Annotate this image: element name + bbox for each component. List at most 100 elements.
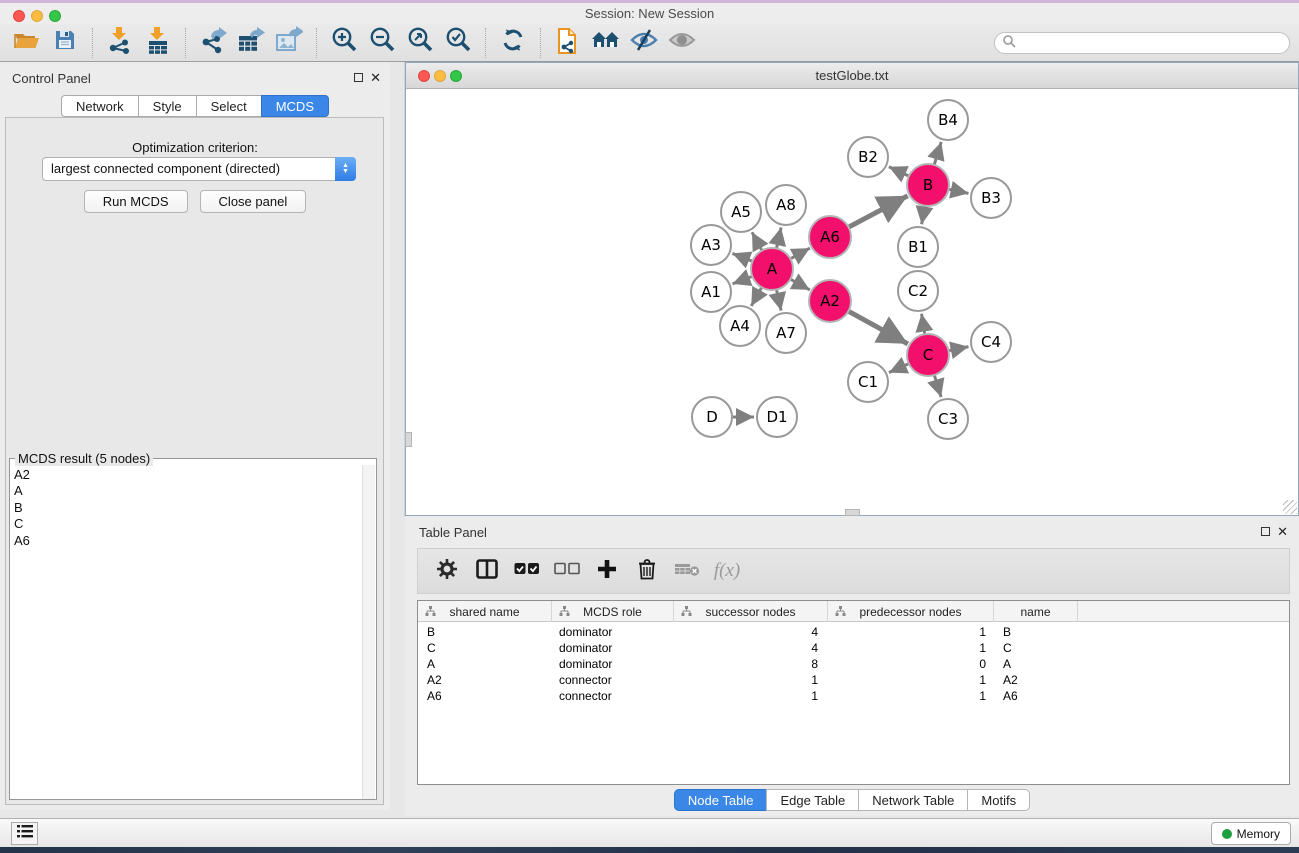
float-panel-icon[interactable] (354, 73, 363, 82)
graph-edge-A6-B[interactable] (849, 196, 908, 227)
table-row[interactable]: A dominator 8 0 A (418, 656, 1289, 672)
graph-edge-B-B2[interactable] (889, 167, 909, 176)
refresh-view-button[interactable] (494, 27, 532, 59)
column-header-mcds-role[interactable]: MCDS role (552, 601, 674, 622)
zoom-out-button[interactable] (363, 27, 401, 59)
result-item[interactable]: A6 (14, 533, 30, 549)
graph-node-label-A3: A3 (701, 236, 721, 254)
minimize-window-button[interactable] (31, 10, 43, 22)
save-session-button[interactable] (46, 27, 84, 59)
window-resize-grip[interactable] (1283, 500, 1297, 514)
result-item[interactable]: B (14, 500, 30, 516)
zoom-selected-button[interactable] (439, 27, 477, 59)
toolbar-search-field[interactable] (994, 32, 1290, 54)
tab-mcds[interactable]: MCDS (261, 95, 329, 117)
column-header-name[interactable]: name (994, 601, 1078, 622)
table-row[interactable]: B dominator 4 1 B (418, 624, 1289, 640)
graph-edge-A-A5[interactable] (752, 232, 762, 250)
column-header-shared-name[interactable]: shared name (418, 601, 552, 622)
control-panel-title: Control Panel (12, 71, 91, 86)
window-left-gripper[interactable] (405, 432, 412, 447)
table-row[interactable]: A2 connector 1 1 A2 (418, 672, 1289, 688)
network-window-titlebar[interactable]: testGlobe.txt (406, 63, 1298, 89)
select-all-columns-button[interactable] (514, 558, 540, 584)
tab-style[interactable]: Style (138, 95, 196, 117)
tab-edge-table[interactable]: Edge Table (766, 789, 858, 811)
graph-edge-A-A6[interactable] (790, 248, 809, 259)
memory-button[interactable]: Memory (1211, 822, 1291, 845)
graph-edge-A2-C[interactable] (848, 311, 907, 344)
graph-edge-A-A8[interactable] (776, 227, 781, 248)
window-bottom-gripper[interactable] (845, 509, 860, 516)
graph-edge-C-C2[interactable] (922, 314, 925, 335)
import-table-button[interactable] (139, 27, 177, 59)
zoom-window-button[interactable] (49, 10, 61, 22)
graph-edge-B-B3[interactable] (949, 189, 969, 193)
close-panel-button[interactable]: Close panel (200, 190, 307, 213)
result-item[interactable]: A2 (14, 467, 30, 483)
main-toolbar (0, 24, 1299, 62)
search-input[interactable] (1016, 36, 1266, 50)
result-item[interactable]: A (14, 483, 30, 499)
graph-edge-A-A2[interactable] (790, 279, 809, 290)
network-window-title: testGlobe.txt (406, 63, 1298, 88)
graph-edge-A-A4[interactable] (751, 287, 761, 306)
graph-edge-A-A1[interactable] (733, 276, 753, 283)
zoom-in-button[interactable] (325, 27, 363, 59)
tab-motifs[interactable]: Motifs (967, 789, 1030, 811)
graph-edge-C-C1[interactable] (889, 364, 909, 373)
graph-node-label-C: C (923, 346, 933, 364)
import-network-button[interactable] (101, 27, 139, 59)
tab-select[interactable]: Select (196, 95, 261, 117)
network-close-button[interactable] (418, 70, 430, 82)
show-column-panel-button[interactable] (474, 558, 500, 584)
graph-edge-B-B4[interactable] (934, 142, 941, 165)
close-table-panel-icon[interactable]: ✕ (1277, 524, 1288, 540)
show-panel-button[interactable] (663, 27, 701, 59)
graph-edge-C-C4[interactable] (949, 347, 969, 351)
hierarchy-icon (681, 606, 692, 620)
hide-panel-button[interactable] (625, 27, 663, 59)
graph-edge-A-A7[interactable] (776, 290, 781, 311)
unselect-all-columns-button[interactable] (554, 558, 580, 584)
unchecked-boxes-icon (554, 562, 580, 581)
table-header-row: shared name MCDS role successor nodes pr… (418, 601, 1289, 622)
graph-edge-B-B1[interactable] (922, 206, 925, 225)
task-history-button[interactable] (11, 822, 38, 845)
column-header-predecessor-nodes[interactable]: predecessor nodes (828, 601, 994, 622)
mcds-result-list[interactable]: A2 A B C A6 (14, 467, 30, 549)
close-panel-icon[interactable]: ✕ (370, 70, 381, 86)
graph-edge-C-C3[interactable] (934, 375, 941, 397)
result-scrollbar[interactable] (362, 465, 375, 799)
desktop-background-bottom (0, 847, 1299, 853)
new-network-from-selection-button[interactable] (549, 27, 587, 59)
graph-edge-A-A3[interactable] (732, 253, 752, 261)
export-table-button[interactable] (232, 27, 270, 59)
memory-label: Memory (1237, 827, 1280, 841)
network-minimize-button[interactable] (434, 70, 446, 82)
delete-column-button[interactable] (634, 558, 660, 584)
close-window-button[interactable] (13, 10, 25, 22)
function-builder-button[interactable]: f(x) (714, 558, 740, 584)
table-options-button[interactable] (434, 558, 460, 584)
tab-network-table[interactable]: Network Table (858, 789, 967, 811)
run-mcds-button[interactable]: Run MCDS (84, 190, 188, 213)
table-row[interactable]: C dominator 4 1 C (418, 640, 1289, 656)
export-image-button[interactable] (270, 27, 308, 59)
tab-network[interactable]: Network (61, 95, 138, 117)
result-item[interactable]: C (14, 516, 30, 532)
network-canvas[interactable]: B4B2BB3A5A8A6A3B1AA1C2A2A4A7CC4C1C3DD1 (407, 89, 1298, 515)
cybrowser-button[interactable] (587, 27, 625, 59)
list-icon (17, 825, 33, 843)
create-column-button[interactable] (594, 558, 620, 584)
delete-table-button[interactable] (674, 558, 700, 584)
table-row[interactable]: A6 connector 1 1 A6 (418, 688, 1289, 704)
export-network-button[interactable] (194, 27, 232, 59)
column-header-successor-nodes[interactable]: successor nodes (674, 601, 828, 622)
zoom-fit-button[interactable] (401, 27, 439, 59)
float-table-panel-icon[interactable] (1261, 527, 1270, 536)
criterion-select[interactable]: largest connected component (directed) ▲… (42, 157, 356, 181)
open-session-button[interactable] (8, 27, 46, 59)
tab-node-table[interactable]: Node Table (674, 789, 767, 811)
network-zoom-button[interactable] (450, 70, 462, 82)
